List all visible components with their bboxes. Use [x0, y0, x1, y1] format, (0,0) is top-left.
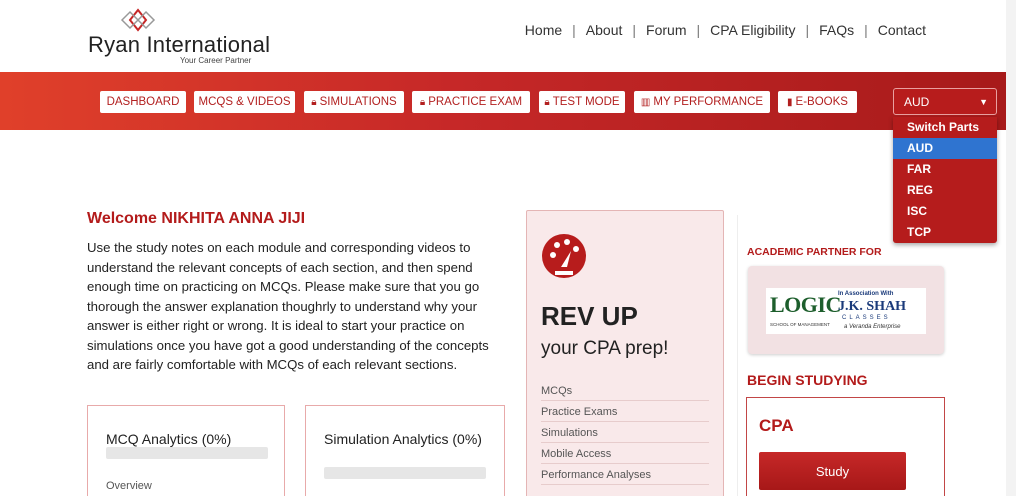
switch-parts-select[interactable]: AUD ▼ — [893, 88, 997, 115]
main-nav-bar: DASHBOARD MCQS & VIDEOS 🔒︎ SIMULATIONS 🔒… — [0, 72, 1006, 130]
practice-exam-button[interactable]: 🔒︎ PRACTICE EXAM — [412, 91, 530, 113]
mcq-progress-bar — [106, 447, 268, 459]
begin-studying-heading: BEGIN STUDYING — [747, 372, 868, 388]
rev-up-heading: REV UP — [541, 301, 638, 331]
feature-item: Practice Exams — [541, 402, 709, 422]
mcq-analytics-title: MCQ Analytics (0%) — [106, 431, 232, 447]
simulation-progress-bar — [324, 467, 486, 479]
lock-icon: 🔒︎ — [544, 96, 550, 108]
nav-faqs[interactable]: FAQs — [809, 22, 864, 38]
test-mode-button[interactable]: 🔒︎ TEST MODE — [539, 91, 625, 113]
page-edge — [1006, 0, 1016, 496]
column-divider — [737, 215, 738, 496]
brand-name: Ryan International — [88, 32, 271, 57]
nav-about[interactable]: About — [576, 22, 633, 38]
simulation-analytics-card[interactable]: Simulation Analytics (0%) — [305, 405, 505, 496]
partner-card: LOGIC SCHOOL OF MANAGEMENT In Associatio… — [748, 266, 944, 354]
option-switch-parts[interactable]: Switch Parts — [893, 117, 997, 138]
dashboard-button[interactable]: DASHBOARD — [100, 91, 186, 113]
page: Ryan International Your Career Partner H… — [0, 0, 1016, 496]
chevron-down-icon: ▼ — [979, 96, 988, 107]
academic-partner-heading: ACADEMIC PARTNER FOR — [747, 246, 882, 258]
simulations-button[interactable]: 🔒︎ SIMULATIONS — [304, 91, 404, 113]
option-isc[interactable]: ISC — [893, 201, 997, 222]
feature-item: MCQs — [541, 381, 709, 401]
rev-up-panel: REV UP your CPA prep! MCQs Practice Exam… — [526, 210, 724, 496]
nav-cpa-eligibility[interactable]: CPA Eligibility — [700, 22, 805, 38]
mcq-overview-label: Overview — [106, 480, 152, 492]
intro-text: Use the study notes on each module and c… — [87, 240, 489, 372]
nav-forum[interactable]: Forum — [636, 22, 696, 38]
feature-item: Simulations — [541, 423, 709, 443]
option-aud[interactable]: AUD — [893, 138, 997, 159]
option-reg[interactable]: REG — [893, 180, 997, 201]
option-tcp[interactable]: TCP — [893, 222, 997, 243]
jk-shah-logo-text: J.K. SHAH — [838, 299, 907, 314]
top-nav: Home | About | Forum | CPA Eligibility | FAQ… — [515, 22, 936, 38]
study-button[interactable]: Study — [759, 452, 906, 490]
welcome-heading: Welcome NIKHITA ANNA JIJI — [87, 210, 306, 227]
bar-chart-icon: ▥ — [640, 96, 651, 108]
site-header: Ryan International Your Career Partner H… — [0, 0, 1006, 72]
cpa-course-card: CPA Study — [746, 397, 945, 496]
mcq-analytics-card[interactable]: MCQ Analytics (0%) Overview — [87, 405, 285, 496]
course-title: CPA — [759, 416, 794, 435]
parts-dropdown: Switch Parts AUD FAR REG ISC TCP — [893, 117, 997, 243]
brand-logo[interactable]: Ryan International Your Career Partner — [88, 6, 278, 65]
selected-part: AUD — [904, 94, 930, 109]
partner-logo[interactable]: LOGIC SCHOOL OF MANAGEMENT In Associatio… — [766, 288, 926, 334]
my-performance-button[interactable]: ▥ MY PERFORMANCE — [634, 91, 770, 113]
speedometer-icon — [542, 234, 586, 278]
rev-up-subheading: your CPA prep! — [541, 338, 669, 359]
feature-item: Mobile Access — [541, 444, 709, 464]
logic-logo-text: LOGIC — [770, 292, 841, 317]
lock-icon: 🔒︎ — [419, 96, 426, 108]
brand-tagline: Your Career Partner — [180, 56, 252, 65]
e-books-button[interactable]: ▮ E-BOOKS — [778, 91, 857, 113]
simulation-analytics-title: Simulation Analytics (0%) — [324, 431, 482, 447]
logo-diamond-icon — [120, 8, 156, 32]
option-far[interactable]: FAR — [893, 159, 997, 180]
lock-icon: 🔒︎ — [311, 96, 317, 108]
feature-item: Performance Analyses — [541, 465, 709, 485]
book-icon: ▮ — [787, 96, 793, 108]
nav-contact[interactable]: Contact — [868, 22, 936, 38]
mcqs-videos-button[interactable]: MCQS & VIDEOS — [194, 91, 295, 113]
nav-home[interactable]: Home — [515, 22, 572, 38]
